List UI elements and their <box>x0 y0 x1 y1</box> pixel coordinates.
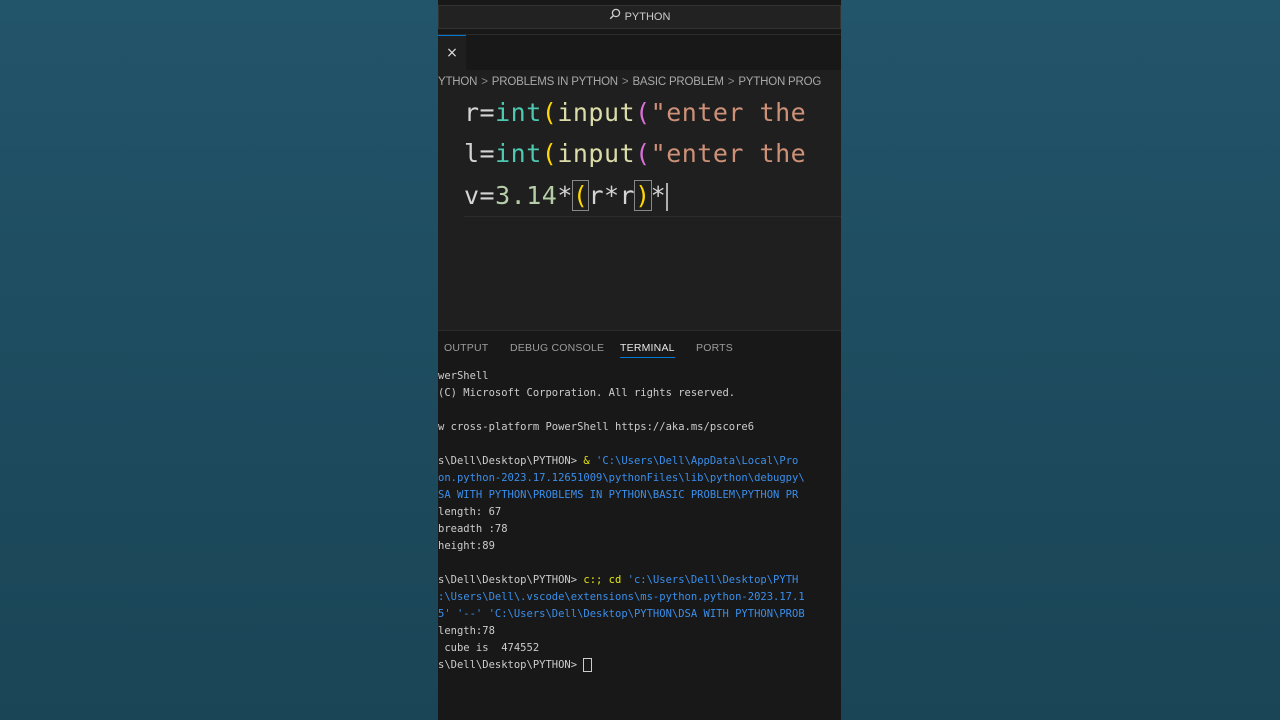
code-token: input <box>557 139 636 168</box>
terminal-line: breadth :78 <box>438 523 508 535</box>
terminal-line: s\Dell\Desktop\PYTHON> <box>438 657 841 674</box>
terminal-line: length:78 <box>438 625 495 637</box>
code-line-2: l=int(input("enter the <box>464 134 806 174</box>
code-token: v= <box>464 181 496 210</box>
editor-tab-bar: × <box>438 35 841 71</box>
terminal-line: (C) Microsoft Corporation. All rights re… <box>438 387 736 399</box>
terminal-prompt: s\Dell\Desktop\PYTHON> <box>438 574 578 586</box>
breadcrumb-separator: > <box>621 76 629 88</box>
breadcrumb: YTHON > PROBLEMS IN PYTHON > BASIC PROBLEM > P… <box>438 72 841 92</box>
code-token: 3.14 <box>495 181 558 210</box>
terminal-line: s\Dell\Desktop\PYTHON> c:; cd 'c:\Users\… <box>438 572 841 589</box>
code-token: input <box>557 98 636 127</box>
breadcrumb-separator: > <box>727 76 735 88</box>
terminal-line: :\Users\Dell\.vscode\extensions\ms-pytho… <box>438 591 805 603</box>
code-token: ( <box>571 180 590 211</box>
code-token: "enter the <box>650 98 807 127</box>
breadcrumb-item[interactable]: PYTHON PROG <box>738 76 821 88</box>
code-token: r*r <box>588 181 636 210</box>
command-center-label: PYTHON <box>624 11 671 23</box>
code-token: * <box>557 181 573 210</box>
terminal-cursor <box>583 658 593 672</box>
terminal-line: w cross-platform PowerShell https://aka.… <box>438 421 755 433</box>
terminal-line: 5' '--' 'C:\Users\Dell\Desktop\PYTHON\DS… <box>438 608 805 620</box>
terminal-path: 'c:\Users\Dell\Desktop\PYTH <box>627 574 799 586</box>
background-left <box>0 0 438 720</box>
terminal-line: cube is 474552 <box>438 642 540 654</box>
background-right <box>841 0 1280 720</box>
terminal-path: 'C:\Users\Dell\AppData\Local\Pro <box>596 455 799 467</box>
code-editor[interactable]: r=int(input("enter the l=int(input("ente… <box>438 92 841 330</box>
code-token: ( <box>541 98 558 127</box>
code-token: ( <box>635 98 651 127</box>
terminal-line: length: 67 <box>438 506 502 518</box>
terminal-line: werShell <box>438 370 489 382</box>
bottom-panel: OUTPUT DEBUG CONSOLE TERMINAL PORTS werS… <box>438 330 841 720</box>
code-token: * <box>650 181 667 210</box>
tab-ports[interactable]: PORTS <box>696 342 733 354</box>
code-token: ) <box>634 180 652 211</box>
breadcrumb-item[interactable]: BASIC PROBLEM <box>632 76 724 88</box>
search-icon <box>609 6 621 28</box>
terminal-line: SA WITH PYTHON\PROBLEMS IN PYTHON\BASIC … <box>438 489 799 501</box>
tab-terminal[interactable]: TERMINAL <box>620 342 675 358</box>
tab-debug-console[interactable]: DEBUG CONSOLE <box>510 342 604 354</box>
tab-close-button[interactable]: × <box>438 35 466 71</box>
terminal-prompt: s\Dell\Desktop\PYTHON> <box>438 659 584 671</box>
code-token: r= <box>464 98 496 127</box>
terminal-command: & <box>577 455 597 467</box>
title-bar: PYTHON <box>438 0 841 35</box>
breadcrumb-item[interactable]: YTHON <box>438 76 477 88</box>
terminal-line: height:89 <box>438 540 495 552</box>
command-center[interactable]: PYTHON <box>438 5 841 29</box>
tab-output[interactable]: OUTPUT <box>444 342 488 354</box>
code-token: ( <box>635 139 651 168</box>
text-cursor <box>666 183 669 211</box>
breadcrumb-separator: > <box>481 76 488 88</box>
code-token: l= <box>464 139 496 168</box>
terminal-command: c:; cd <box>577 574 628 586</box>
panel-tab-bar: OUTPUT DEBUG CONSOLE TERMINAL PORTS <box>438 331 841 367</box>
terminal-line: s\Dell\Desktop\PYTHON> & 'C:\Users\Dell\… <box>438 453 841 470</box>
code-token: int <box>495 139 542 168</box>
code-line-3: v=3.14*(r*r)* <box>464 176 841 217</box>
vscode-window: PYTHON × YTHON > PROBLEMS IN PYTHON > BASIC … <box>438 0 841 720</box>
code-line-1: r=int(input("enter the <box>464 93 806 133</box>
terminal-prompt: s\Dell\Desktop\PYTHON> <box>438 455 578 467</box>
code-token: ( <box>541 139 558 168</box>
code-token: int <box>495 98 542 127</box>
terminal-line: on.python-2023.17.12651009\pythonFiles\l… <box>438 472 805 484</box>
breadcrumb-item[interactable]: PROBLEMS IN PYTHON <box>492 76 618 88</box>
code-token: "enter the <box>650 139 807 168</box>
close-icon: × <box>446 45 458 61</box>
